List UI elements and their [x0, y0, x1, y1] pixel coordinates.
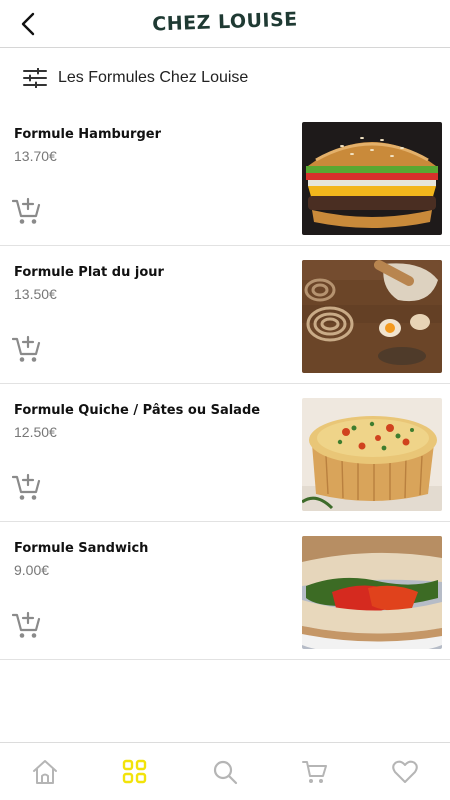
- cart-icon: [302, 760, 327, 783]
- add-to-cart-icon: [11, 473, 41, 500]
- add-to-cart-icon: [11, 335, 41, 362]
- section-title: Les Formules Chez Louise: [58, 69, 249, 86]
- menu-list: Formule Hamburger 13.70€ Formule Plat du…: [0, 108, 450, 660]
- grid-icon: [122, 759, 147, 783]
- nav-home[interactable]: [25, 752, 65, 792]
- item-price: 9.00€: [14, 562, 50, 578]
- item-price: 12.50€: [14, 424, 57, 440]
- add-to-cart-button[interactable]: [11, 610, 42, 640]
- add-to-cart-button[interactable]: [11, 196, 42, 226]
- nav-cart[interactable]: [295, 752, 335, 792]
- app-header: CHEZ LOUISE: [0, 0, 450, 48]
- filter-button[interactable]: [23, 67, 47, 89]
- app-logo: CHEZ LOUISE: [151, 8, 299, 36]
- add-to-cart-button[interactable]: [11, 472, 42, 502]
- item-name: Formule Plat du jour: [14, 265, 164, 280]
- home-icon: [33, 759, 57, 784]
- item-name: Formule Sandwich: [14, 541, 149, 556]
- item-price: 13.50€: [14, 286, 57, 302]
- nav-favorites[interactable]: [385, 752, 425, 792]
- list-item[interactable]: Formule Hamburger 13.70€: [0, 108, 450, 246]
- filter-bar: Les Formules Chez Louise: [0, 48, 450, 108]
- list-item[interactable]: Formule Quiche / Pâtes ou Salade 12.50€: [0, 384, 450, 522]
- bottom-navigation: [0, 742, 450, 800]
- add-to-cart-icon: [11, 197, 41, 224]
- add-to-cart-button[interactable]: [11, 334, 42, 364]
- nav-search[interactable]: [205, 752, 245, 792]
- hamburger-photo[interactable]: [302, 122, 442, 235]
- item-name: Formule Hamburger: [14, 127, 161, 142]
- heart-icon: [392, 760, 418, 783]
- pasta-photo[interactable]: [302, 260, 442, 373]
- list-item[interactable]: Formule Plat du jour 13.50€: [0, 246, 450, 384]
- item-price: 13.70€: [14, 148, 57, 164]
- nav-categories[interactable]: [115, 752, 155, 792]
- search-icon: [213, 760, 238, 784]
- list-item[interactable]: Formule Sandwich 9.00€: [0, 522, 450, 660]
- quiche-photo[interactable]: [302, 398, 442, 511]
- add-to-cart-icon: [11, 611, 41, 638]
- sandwich-photo[interactable]: [302, 536, 442, 649]
- item-name: Formule Quiche / Pâtes ou Salade: [14, 403, 261, 418]
- sliders-icon: [23, 67, 47, 89]
